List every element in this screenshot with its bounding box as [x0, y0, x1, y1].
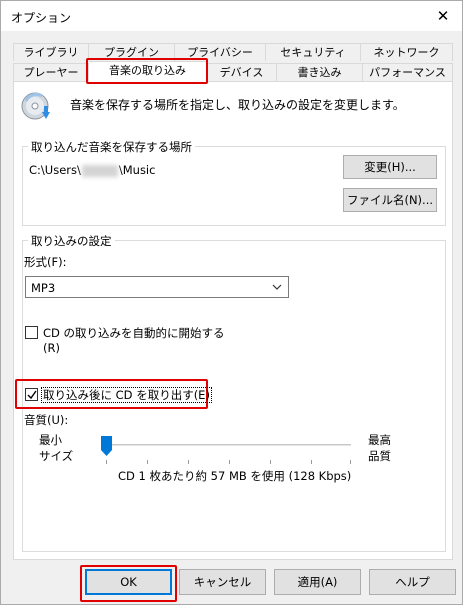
auto-rip-label: CD の取り込みを自動的に開始する [43, 326, 225, 340]
eject-label: 取り込み後に CD を取り出す(E) [41, 387, 212, 403]
slider-tick [106, 460, 107, 464]
slider-tick [311, 460, 312, 464]
tab-highlight-box [86, 58, 208, 84]
format-select[interactable]: MP3 [25, 276, 289, 298]
tab-performance[interactable]: パフォーマンス [363, 63, 453, 81]
tab-player[interactable]: プレーヤー [13, 63, 89, 81]
eject-checkbox[interactable] [25, 388, 38, 401]
change-location-button[interactable]: 変更(H)... [343, 155, 437, 179]
slider-tick [350, 460, 351, 464]
format-label: 形式(F): [24, 255, 67, 269]
quality-min-line2: サイズ [39, 449, 74, 463]
chevron-down-icon [272, 284, 282, 290]
quality-label: 音質(U): [24, 413, 69, 427]
title-bar: オプション ✕ [1, 1, 462, 31]
options-window: オプション ✕ ライブラリ プラグイン プライバシー セキュリティ ネットワーク… [0, 0, 463, 605]
close-icon[interactable]: ✕ [430, 4, 456, 28]
tab-network[interactable]: ネットワーク [361, 43, 453, 61]
help-button[interactable]: ヘルプ [369, 569, 456, 595]
checkmark-icon [27, 390, 37, 400]
tab-security[interactable]: セキュリティ [266, 43, 361, 61]
path-prefix: C:\Users\ [29, 163, 81, 177]
tab-devices[interactable]: デバイス [207, 63, 277, 81]
ok-highlight-box [80, 565, 177, 602]
tab-library[interactable]: ライブラリ [13, 43, 89, 61]
slider-tick [229, 460, 230, 464]
quality-max-line1: 最高 [368, 433, 391, 447]
tab-burn[interactable]: 書き込み [277, 63, 363, 81]
auto-rip-label-key: (R) [43, 341, 60, 355]
file-name-button[interactable]: ファイル名(N)... [343, 188, 437, 212]
format-value: MP3 [31, 281, 56, 295]
slider-tick [270, 460, 271, 464]
quality-slider-track[interactable] [105, 444, 351, 446]
slider-tick [147, 460, 148, 464]
header-description: 音楽を保存する場所を指定し、取り込みの設定を変更します。 [70, 98, 405, 112]
quality-slider-thumb[interactable] [101, 436, 112, 456]
slider-tick [188, 460, 189, 464]
rip-music-panel: 音楽を保存する場所を指定し、取り込みの設定を変更します。 取り込んだ音楽を保存す… [13, 81, 453, 560]
quality-info-text: CD 1 枚あたり約 57 MB を使用 (128 Kbps) [118, 469, 352, 483]
cancel-button[interactable]: キャンセル [179, 569, 266, 595]
path-suffix: \Music [118, 163, 156, 177]
tab-row-bottom: プレーヤー 音楽の取り込み デバイス 書き込み パフォーマンス [13, 61, 453, 83]
rip-location-path: C:\Users\ \Music [29, 163, 155, 177]
auto-rip-checkbox[interactable] [25, 326, 38, 339]
quality-max-line2: 品質 [368, 449, 391, 463]
rip-settings-legend: 取り込みの設定 [28, 233, 115, 249]
rip-location-legend: 取り込んだ音楽を保存する場所 [28, 139, 195, 155]
window-title: オプション [11, 11, 72, 25]
redacted-username [81, 164, 118, 177]
quality-min-line1: 最小 [39, 433, 62, 447]
rip-location-group: 取り込んだ音楽を保存する場所 C:\Users\ \Music 変更(H)... … [22, 139, 446, 226]
apply-button[interactable]: 適用(A) [274, 569, 361, 595]
cd-rip-icon [21, 92, 50, 120]
tab-row-top: ライブラリ プラグイン プライバシー セキュリティ ネットワーク [13, 43, 453, 61]
